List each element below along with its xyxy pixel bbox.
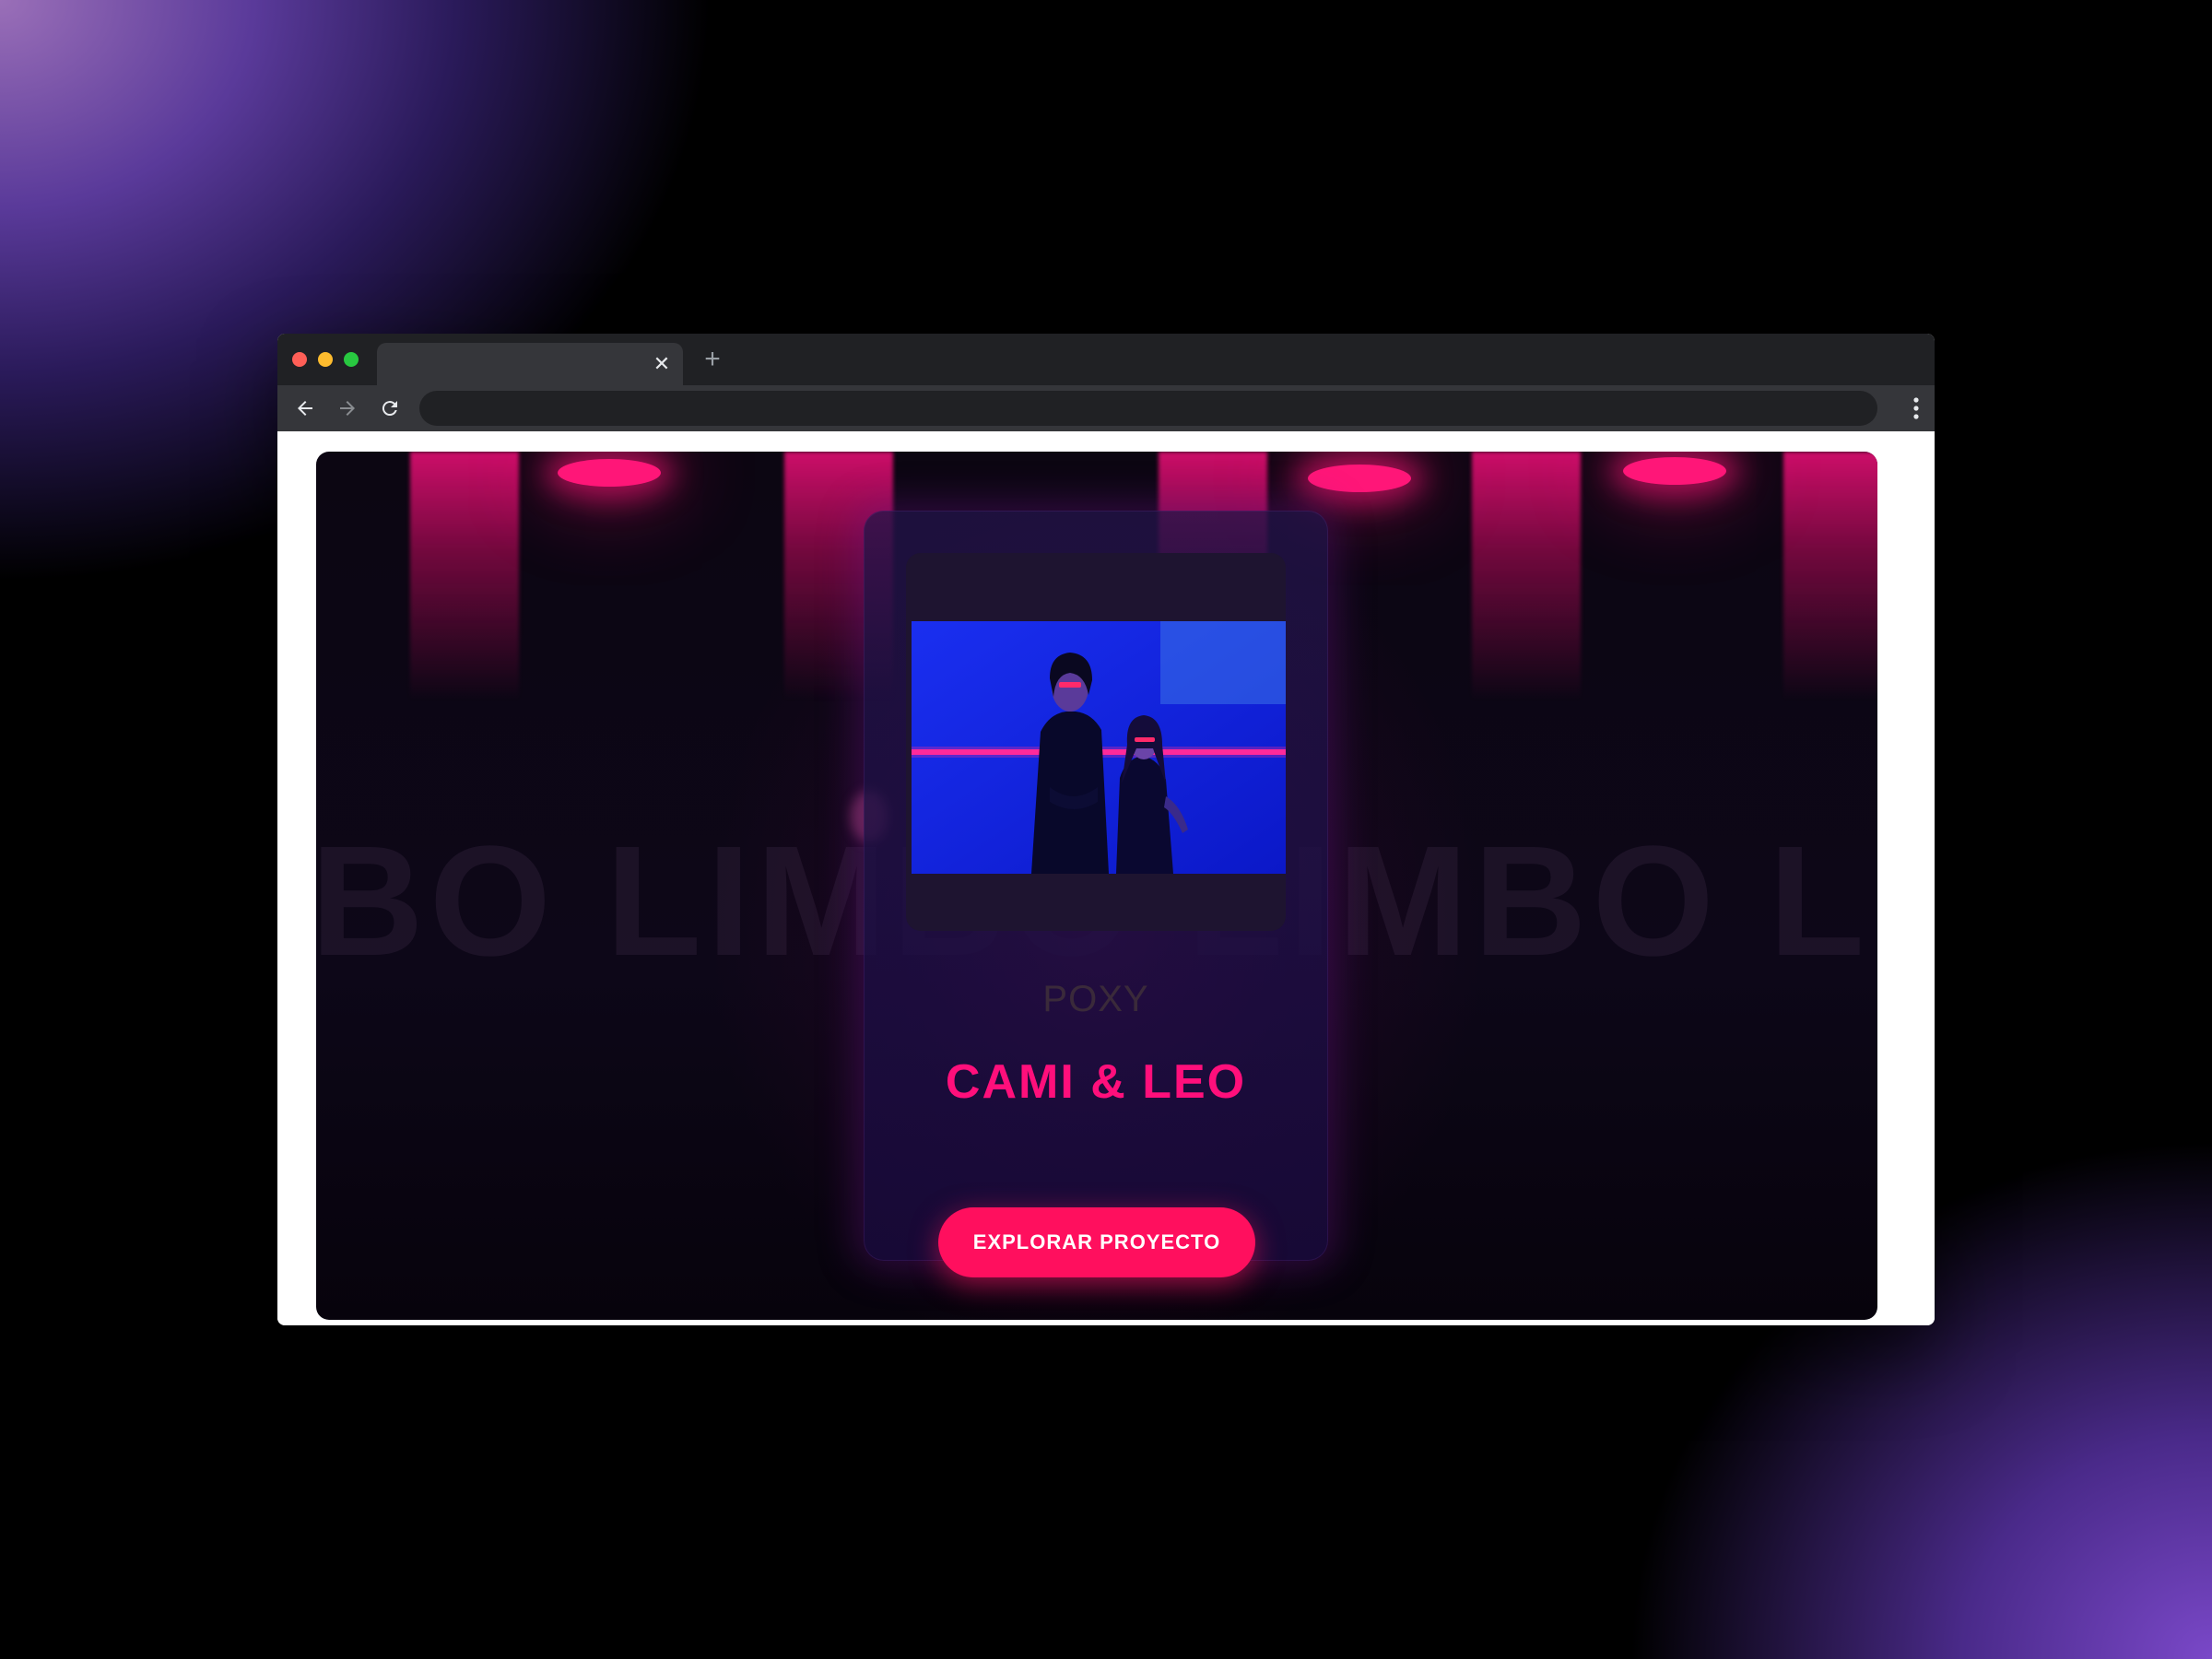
tab-bar: ✕ +	[277, 334, 1935, 385]
reload-icon[interactable]	[379, 397, 401, 419]
window-minimize-button[interactable]	[318, 352, 333, 367]
project-photo	[912, 621, 1286, 874]
light-beam	[1472, 452, 1581, 700]
spotlight	[558, 459, 661, 487]
project-card: POXY CAMI & LEO EXPLORAR PROYECTO	[864, 511, 1328, 1277]
card-subtitle: POXY	[1042, 979, 1149, 1019]
forward-arrow-icon[interactable]	[336, 397, 359, 419]
close-icon[interactable]: ✕	[652, 354, 672, 374]
browser-window: ✕ + BO LIMBO LIMBO LIMBO	[277, 334, 1935, 1325]
plus-icon[interactable]: +	[700, 346, 725, 373]
card-title: CAMI & LEO	[945, 1055, 1247, 1109]
spotlight	[1623, 457, 1726, 485]
light-beam	[410, 452, 519, 700]
browser-tab[interactable]: ✕	[377, 343, 683, 385]
back-arrow-icon[interactable]	[294, 397, 316, 419]
page-viewport: BO LIMBO LIMBO LIMBO	[277, 431, 1935, 1325]
explore-project-button[interactable]: EXPLORAR PROYECTO	[938, 1207, 1255, 1277]
address-bar[interactable]	[419, 391, 1877, 426]
window-maximize-button[interactable]	[344, 352, 359, 367]
window-close-button[interactable]	[292, 352, 307, 367]
light-beam	[1783, 452, 1877, 700]
more-vert-icon[interactable]	[1912, 396, 1920, 420]
spotlight	[1308, 465, 1411, 492]
hero-stage: BO LIMBO LIMBO LIMBO	[316, 452, 1877, 1320]
browser-toolbar	[277, 385, 1935, 431]
photo-frame	[906, 553, 1286, 931]
